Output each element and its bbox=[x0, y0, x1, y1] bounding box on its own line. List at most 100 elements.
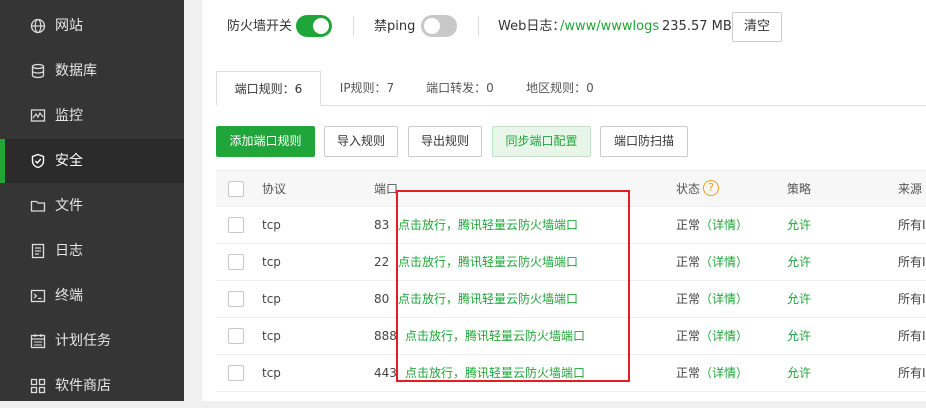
clear-log-button[interactable]: 清空 bbox=[732, 12, 782, 42]
allow-cloud-firewall-link[interactable]: 点击放行，腾讯轻量云防火墙端口 bbox=[405, 328, 585, 344]
cell-protocol: tcp bbox=[262, 292, 281, 306]
export-rules-button[interactable]: 导出规则 bbox=[408, 126, 482, 157]
cell-protocol: tcp bbox=[262, 366, 281, 380]
row-checkbox[interactable] bbox=[228, 291, 244, 307]
allow-cloud-firewall-link[interactable]: 点击放行，腾讯轻量云防火墙端口 bbox=[398, 291, 578, 307]
status-detail-link[interactable]: （详情） bbox=[700, 365, 748, 381]
status-detail-link[interactable]: （详情） bbox=[700, 291, 748, 307]
header-policy: 策略 bbox=[787, 182, 812, 196]
cell-policy: 允许 bbox=[787, 292, 812, 306]
add-port-rule-button[interactable]: 添加端口规则 bbox=[216, 126, 315, 157]
table-row: tcp 80 点击放行，腾讯轻量云防火墙端口 正常 （详情） 允许 所有I bbox=[216, 281, 926, 318]
tab-port-rules[interactable]: 端口规则：6 bbox=[216, 71, 321, 106]
divider bbox=[478, 16, 479, 36]
table-row: tcp 83 点击放行，腾讯轻量云防火墙端口 正常 （详情） 允许 所有I bbox=[216, 207, 926, 244]
terminal-icon bbox=[30, 289, 46, 303]
weblog-label: Web日志： bbox=[498, 19, 566, 34]
status-detail-link[interactable]: （详情） bbox=[700, 254, 748, 270]
cell-source: 所有I bbox=[898, 366, 926, 380]
shield-icon bbox=[31, 153, 45, 169]
select-all-checkbox[interactable] bbox=[228, 181, 244, 197]
header-status: 状态 bbox=[676, 182, 701, 196]
row-checkbox[interactable] bbox=[228, 328, 244, 344]
tab-ip-rules[interactable]: IP规则：7 bbox=[326, 71, 408, 106]
database-icon bbox=[31, 63, 45, 79]
cell-source: 所有I bbox=[898, 255, 926, 269]
firewall-toggle[interactable] bbox=[296, 15, 332, 37]
port-anti-scan-button[interactable]: 端口防扫描 bbox=[600, 126, 688, 157]
cell-status: 正常 bbox=[676, 255, 701, 269]
port-rules-table: 协议 端口 状态 ? 策略 来源 tcp 83 点击放行，腾讯轻量云防火墙端口 … bbox=[216, 170, 926, 401]
grid-icon bbox=[30, 378, 46, 394]
sidebar-item-security[interactable]: 安全 bbox=[0, 139, 184, 183]
header-source: 来源 bbox=[898, 182, 923, 196]
allow-cloud-firewall-link[interactable]: 点击放行，腾讯轻量云防火墙端口 bbox=[398, 217, 578, 233]
status-detail-link[interactable]: （详情） bbox=[700, 217, 748, 233]
sidebar-item-label: 网站 bbox=[55, 18, 83, 34]
firewall-label: 防火墙开关 bbox=[227, 19, 293, 34]
tab-port-forward[interactable]: 端口转发：0 bbox=[414, 71, 506, 106]
header-protocol: 协议 bbox=[262, 182, 287, 196]
sidebar-item-database[interactable]: 数据库 bbox=[0, 49, 184, 93]
sidebar-item-label: 文件 bbox=[55, 198, 83, 214]
cell-source: 所有I bbox=[898, 292, 926, 306]
cell-status: 正常 bbox=[676, 292, 701, 306]
weblog-size: 235.57 MB bbox=[662, 19, 732, 34]
ping-toggle[interactable] bbox=[421, 15, 457, 37]
sidebar-item-logs[interactable]: 日志 bbox=[0, 229, 184, 273]
sidebar-item-label: 安全 bbox=[55, 153, 83, 169]
monitor-icon bbox=[30, 109, 46, 122]
sidebar-item-label: 数据库 bbox=[55, 63, 97, 79]
table-row: tcp 888 点击放行，腾讯轻量云防火墙端口 正常 （详情） 允许 所有I bbox=[216, 318, 926, 355]
toggle-knob bbox=[424, 18, 440, 34]
cell-port: 443 bbox=[374, 366, 397, 380]
cell-port: 83 bbox=[374, 218, 390, 232]
globe-icon bbox=[30, 18, 46, 34]
cell-protocol: tcp bbox=[262, 329, 281, 343]
row-checkbox[interactable] bbox=[228, 217, 244, 233]
allow-cloud-firewall-link[interactable]: 点击放行，腾讯轻量云防火墙端口 bbox=[398, 254, 578, 270]
cell-source: 所有I bbox=[898, 329, 926, 343]
cell-port: 80 bbox=[374, 292, 390, 306]
header-port: 端口 bbox=[374, 182, 399, 196]
sidebar-item-terminal[interactable]: 终端 bbox=[0, 274, 184, 318]
table-row: tcp 22 点击放行，腾讯轻量云防火墙端口 正常 （详情） 允许 所有I bbox=[216, 244, 926, 281]
cell-policy: 允许 bbox=[787, 255, 812, 269]
cell-port: 22 bbox=[374, 255, 390, 269]
import-rules-button[interactable]: 导入规则 bbox=[324, 126, 398, 157]
sidebar: 网站 数据库 监控 安全 文件 日志 终端 计划任务 软件商店 bbox=[0, 0, 184, 401]
cell-policy: 允许 bbox=[787, 218, 812, 232]
sidebar-item-monitor[interactable]: 监控 bbox=[0, 94, 184, 138]
sidebar-item-label: 终端 bbox=[55, 288, 83, 304]
weblog-path-link[interactable]: /www/wwwlogs bbox=[560, 18, 659, 36]
status-detail-link[interactable]: （详情） bbox=[700, 328, 748, 344]
cell-protocol: tcp bbox=[262, 255, 281, 269]
allow-cloud-firewall-link[interactable]: 点击放行，腾讯轻量云防火墙端口 bbox=[405, 365, 585, 381]
topbar: 防火墙开关 禁ping Web日志： /www/wwwlogs 235.57 M… bbox=[202, 0, 926, 54]
row-checkbox[interactable] bbox=[228, 254, 244, 270]
status-help-icon[interactable]: ? bbox=[703, 180, 719, 196]
cell-policy: 允许 bbox=[787, 329, 812, 343]
sidebar-item-files[interactable]: 文件 bbox=[0, 184, 184, 228]
ping-label: 禁ping bbox=[374, 19, 416, 34]
sidebar-item-store[interactable]: 软件商店 bbox=[0, 364, 184, 408]
calendar-icon bbox=[30, 334, 46, 349]
sidebar-item-label: 监控 bbox=[55, 108, 83, 124]
cell-status: 正常 bbox=[676, 218, 701, 232]
cell-source: 所有I bbox=[898, 218, 926, 232]
table-header: 协议 端口 状态 ? 策略 来源 bbox=[216, 171, 926, 207]
cell-status: 正常 bbox=[676, 366, 701, 380]
sync-port-config-button[interactable]: 同步端口配置 bbox=[492, 126, 591, 157]
sidebar-item-label: 软件商店 bbox=[55, 378, 111, 394]
toggle-knob bbox=[313, 18, 329, 34]
cell-status: 正常 bbox=[676, 329, 701, 343]
row-checkbox[interactable] bbox=[228, 365, 244, 381]
log-icon bbox=[31, 243, 45, 259]
sidebar-item-website[interactable]: 网站 bbox=[0, 4, 184, 48]
content-gap bbox=[184, 0, 202, 401]
tab-region-rules[interactable]: 地区规则：0 bbox=[514, 71, 606, 106]
divider bbox=[353, 16, 354, 36]
folder-icon bbox=[30, 200, 46, 212]
sidebar-item-cron[interactable]: 计划任务 bbox=[0, 319, 184, 363]
cell-protocol: tcp bbox=[262, 218, 281, 232]
